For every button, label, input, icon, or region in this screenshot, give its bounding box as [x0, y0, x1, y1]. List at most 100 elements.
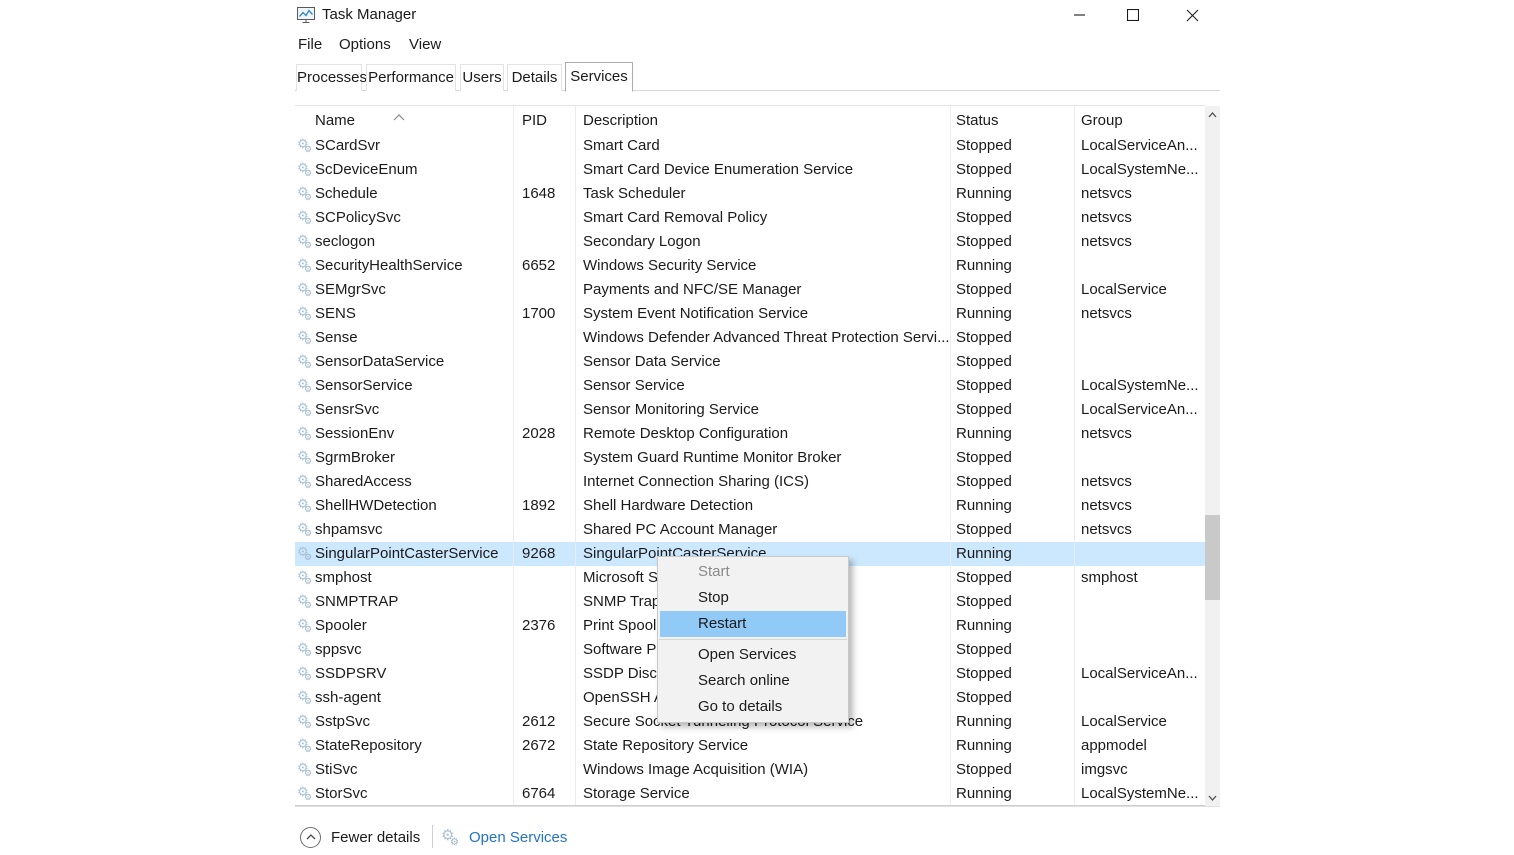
service-status: Stopped — [956, 590, 1074, 614]
service-status: Running — [956, 710, 1074, 734]
service-name: Sense — [315, 326, 511, 350]
tab-details[interactable]: Details — [507, 64, 562, 91]
scrollbar-thumb[interactable] — [1205, 515, 1220, 600]
table-row-sharedaccess[interactable]: ⚙⚙ SharedAccess Internet Connection Shar… — [295, 470, 1205, 494]
table-row-shellhwdetection[interactable]: ⚙⚙ ShellHWDetection 1892 Shell Hardware … — [295, 494, 1205, 518]
service-status: Stopped — [956, 326, 1074, 350]
service-name: SENS — [315, 302, 511, 326]
close-icon — [1186, 9, 1199, 22]
service-group: LocalServiceAn... — [1081, 662, 1203, 686]
service-name: StiSvc — [315, 758, 511, 782]
service-gear-icon: ⚙⚙ — [297, 518, 314, 542]
service-status: Running — [956, 182, 1074, 206]
table-row-sensorservice[interactable]: ⚙⚙ SensorService Sensor Service Stopped … — [295, 374, 1205, 398]
service-gear-icon: ⚙⚙ — [297, 566, 314, 590]
tab-users[interactable]: Users — [460, 64, 504, 91]
context-menu-item-search-online[interactable]: Search online — [660, 668, 846, 694]
service-group: appmodel — [1081, 734, 1203, 758]
service-gear-icon: ⚙⚙ — [297, 422, 314, 446]
tab-services[interactable]: Services — [565, 62, 633, 92]
menubar-item-file[interactable]: File — [298, 36, 322, 53]
service-status: Stopped — [956, 134, 1074, 158]
service-group: netsvcs — [1081, 422, 1203, 446]
table-row-staterepository[interactable]: ⚙⚙ StateRepository 2672 State Repository… — [295, 734, 1205, 758]
service-status: Stopped — [956, 350, 1074, 374]
service-name: StorSvc — [315, 782, 511, 806]
table-row-semgrsvc[interactable]: ⚙⚙ SEMgrSvc Payments and NFC/SE Manager … — [295, 278, 1205, 302]
service-description: Secondary Logon — [583, 230, 949, 254]
table-row-schedule[interactable]: ⚙⚙ Schedule 1648 Task Scheduler Running … — [295, 182, 1205, 206]
service-status: Running — [956, 254, 1074, 278]
context-menu-item-open-services[interactable]: Open Services — [660, 642, 846, 668]
table-row-scdeviceenum[interactable]: ⚙⚙ ScDeviceEnum Smart Card Device Enumer… — [295, 158, 1205, 182]
service-description: Windows Image Acquisition (WIA) — [583, 758, 949, 782]
column-header-description[interactable]: Description — [583, 106, 658, 134]
table-row-storsvc[interactable]: ⚙⚙ StorSvc 6764 Storage Service Running … — [295, 782, 1205, 806]
column-header-pid[interactable]: PID — [522, 106, 547, 134]
menubar-item-options[interactable]: Options — [339, 36, 391, 53]
context-menu-item-start: Start — [660, 559, 846, 585]
maximize-icon — [1127, 9, 1139, 21]
service-name: SCPolicySvc — [315, 206, 511, 230]
service-status: Stopped — [956, 686, 1074, 710]
table-row-sessionenv[interactable]: ⚙⚙ SessionEnv 2028 Remote Desktop Config… — [295, 422, 1205, 446]
scrollbar-track[interactable] — [1205, 106, 1220, 806]
service-gear-icon: ⚙⚙ — [297, 590, 314, 614]
service-group: netsvcs — [1081, 302, 1203, 326]
context-menu-item-go-to-details[interactable]: Go to details — [660, 694, 846, 720]
service-status: Stopped — [956, 278, 1074, 302]
menubar-item-view[interactable]: View — [409, 36, 441, 53]
table-row-sgrmbroker[interactable]: ⚙⚙ SgrmBroker System Guard Runtime Monit… — [295, 446, 1205, 470]
context-menu: StartStopRestart Open ServicesSearch onli… — [657, 556, 849, 723]
service-description: Windows Security Service — [583, 254, 949, 278]
service-group: LocalSystemNe... — [1081, 158, 1203, 182]
service-name: ssh-agent — [315, 686, 511, 710]
service-name: SEMgrSvc — [315, 278, 511, 302]
table-row-sensordataservice[interactable]: ⚙⚙ SensorDataService Sensor Data Service… — [295, 350, 1205, 374]
service-gear-icon: ⚙⚙ — [297, 326, 314, 350]
service-name: SNMPTRAP — [315, 590, 511, 614]
table-row-shpamsvc[interactable]: ⚙⚙ shpamsvc Shared PC Account Manager St… — [295, 518, 1205, 542]
maximize-button[interactable] — [1110, 0, 1156, 30]
table-row-sens[interactable]: ⚙⚙ SENS 1700 System Event Notification S… — [295, 302, 1205, 326]
fewer-details-button[interactable]: Fewer details — [300, 826, 420, 848]
service-status: Stopped — [956, 758, 1074, 782]
column-header-name[interactable]: Name — [315, 106, 355, 134]
scrollbar-up-button[interactable] — [1205, 106, 1220, 123]
scrollbar-down-button[interactable] — [1205, 789, 1220, 806]
service-name: SecurityHealthService — [315, 254, 511, 278]
service-status: Running — [956, 494, 1074, 518]
service-group: netsvcs — [1081, 182, 1203, 206]
column-header-group[interactable]: Group — [1081, 106, 1123, 134]
service-status: Running — [956, 734, 1074, 758]
minimize-button[interactable] — [1056, 0, 1102, 30]
service-status: Stopped — [956, 470, 1074, 494]
service-name: seclogon — [315, 230, 511, 254]
service-group: smphost — [1081, 566, 1203, 590]
service-name: SCardSvr — [315, 134, 511, 158]
service-description: Shared PC Account Manager — [583, 518, 949, 542]
column-header-status[interactable]: Status — [956, 106, 999, 134]
service-name: SgrmBroker — [315, 446, 511, 470]
service-pid: 1892 — [522, 494, 574, 518]
service-pid: 1648 — [522, 182, 574, 206]
open-services-link[interactable]: ⚙⚙ Open Services — [441, 824, 567, 850]
table-row-stisvc[interactable]: ⚙⚙ StiSvc Windows Image Acquisition (WIA… — [295, 758, 1205, 782]
table-row-scpolicysvc[interactable]: ⚙⚙ SCPolicySvc Smart Card Removal Policy… — [295, 206, 1205, 230]
service-name: SensorService — [315, 374, 511, 398]
table-row-sensrsvc[interactable]: ⚙⚙ SensrSvc Sensor Monitoring Service St… — [295, 398, 1205, 422]
table-row-scardsvr[interactable]: ⚙⚙ SCardSvr Smart Card Stopped LocalServ… — [295, 134, 1205, 158]
tab-performance[interactable]: Performance — [366, 64, 456, 91]
context-menu-item-restart[interactable]: Restart — [660, 611, 846, 637]
table-row-seclogon[interactable]: ⚙⚙ seclogon Secondary Logon Stopped nets… — [295, 230, 1205, 254]
service-pid: 6652 — [522, 254, 574, 278]
table-row-sense[interactable]: ⚙⚙ Sense Windows Defender Advanced Threa… — [295, 326, 1205, 350]
service-group: LocalServiceAn... — [1081, 398, 1203, 422]
chevron-down-icon — [1208, 795, 1217, 801]
table-row-securityhealthservice[interactable]: ⚙⚙ SecurityHealthService 6652 Windows Se… — [295, 254, 1205, 278]
context-menu-item-stop[interactable]: Stop — [660, 585, 846, 611]
service-pid: 2376 — [522, 614, 574, 638]
tab-processes[interactable]: Processes — [296, 64, 362, 91]
service-status: Stopped — [956, 230, 1074, 254]
close-button[interactable] — [1169, 0, 1215, 30]
